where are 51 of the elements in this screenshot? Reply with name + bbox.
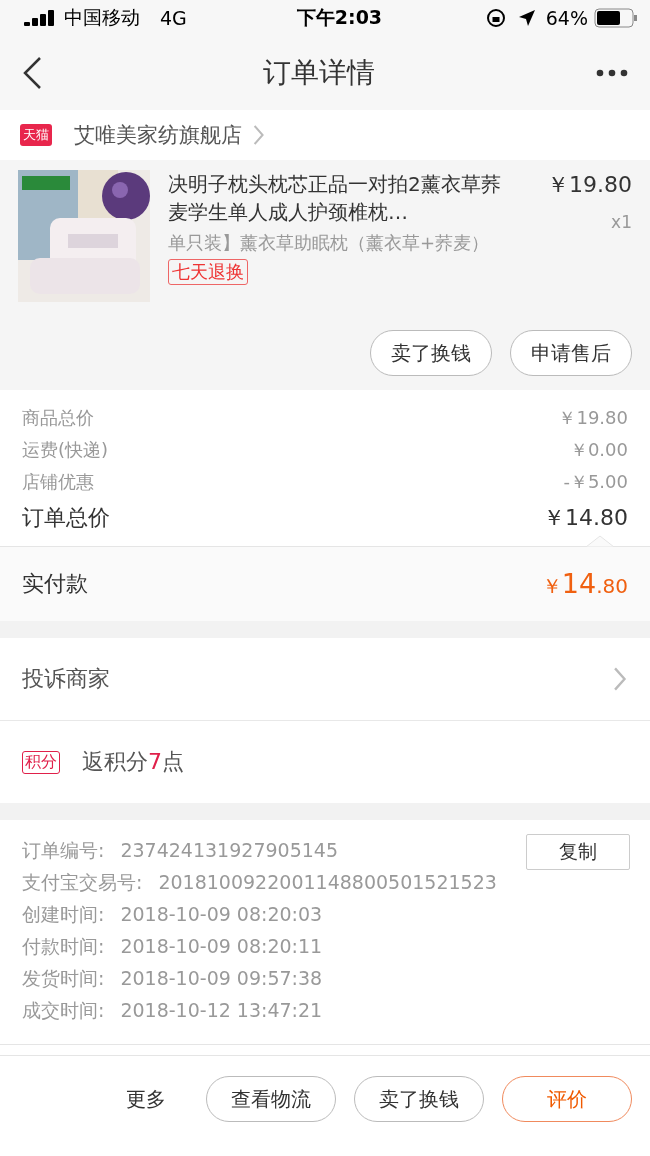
back-icon[interactable] [22, 56, 42, 90]
info-label: 付款时间: [22, 934, 105, 959]
fee-value: ￥14.80 [543, 504, 628, 532]
action-button[interactable]: 卖了换钱 [354, 1076, 484, 1122]
info-label: 订单编号: [22, 838, 105, 863]
product-quantity: x1 [611, 212, 632, 232]
battery-percent: 64% [545, 7, 588, 29]
action-button[interactable]: 查看物流 [206, 1076, 336, 1122]
fee-label: 商品总价 [22, 406, 94, 430]
rotation-lock-icon [485, 8, 506, 28]
carrier-text: 中国移动 [64, 5, 140, 30]
action-button[interactable]: 申请售后 [510, 330, 632, 376]
fee-label: 店铺优惠 [22, 470, 94, 494]
more-icon[interactable] [596, 69, 628, 77]
action-button[interactable]: 卖了换钱 [370, 330, 492, 376]
info-label: 创建时间: [22, 902, 105, 927]
complaint-label: 投诉商家 [22, 665, 110, 693]
paid-label: 实付款 [22, 570, 88, 598]
location-arrow-icon [517, 9, 536, 27]
info-label: 支付宝交易号: [22, 870, 143, 895]
copy-button[interactable]: 复制 [526, 834, 630, 870]
product-title[interactable]: 决明子枕头枕芯正品一对拍2薰衣草荞麦学生单人成人护颈椎枕… [168, 170, 513, 226]
info-label: 成交时间: [22, 998, 105, 1023]
fee-value: ￥0.00 [569, 438, 628, 462]
tmall-badge: 天猫 [20, 124, 52, 146]
paid-amount: ￥14.80 [541, 568, 628, 600]
info-value: 2018100922001148800501521523 [158, 870, 497, 895]
complaint-row[interactable]: 投诉商家 [0, 638, 650, 721]
network-text: 4G [160, 7, 187, 29]
product-price: ￥19.80 [547, 171, 632, 199]
fee-value: ￥19.80 [558, 406, 628, 430]
points-badge: 积分 [22, 750, 60, 774]
chevron-right-icon [612, 666, 628, 692]
return-tag: 七天退换 [168, 259, 248, 285]
fee-label: 运费(快递) [22, 438, 109, 462]
battery-icon [594, 8, 638, 28]
status-time: 下午2:03 [296, 5, 383, 30]
points-text: 返积分7点 [82, 748, 184, 776]
page-title: 订单详情 [263, 55, 375, 91]
more-link[interactable]: 更多 [126, 1085, 166, 1113]
store-name[interactable]: 艾唯美家纺旗舰店 [74, 121, 242, 149]
chevron-right-icon [252, 124, 266, 146]
fee-value: -￥5.00 [563, 470, 628, 494]
fee-label: 订单总价 [22, 504, 110, 532]
product-spec: 单只装】薰衣草助眠枕（薰衣草+荞麦） [168, 231, 491, 255]
info-value: 2018-10-09 08:20:03 [120, 902, 323, 927]
info-value: 2018-10-12 13:47:21 [120, 998, 323, 1023]
info-label: 发货时间: [22, 966, 105, 991]
info-value: 237424131927905145 [120, 838, 338, 863]
info-value: 2018-10-09 08:20:11 [120, 934, 323, 959]
info-value: 2018-10-09 09:57:38 [120, 966, 323, 991]
